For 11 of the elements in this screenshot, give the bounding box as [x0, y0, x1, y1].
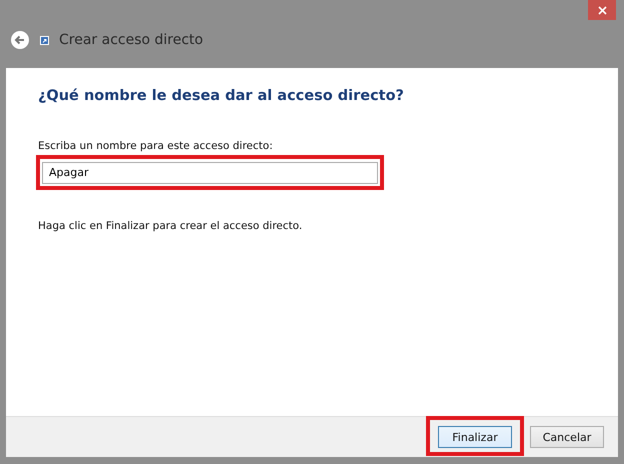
close-button[interactable] — [588, 0, 616, 20]
instruction-text: Haga clic en Finalizar para crear el acceso directo. — [38, 220, 304, 232]
name-field[interactable]: Apagar — [42, 162, 378, 184]
page-heading: ¿Qué nombre le desea dar al acceso directo? — [38, 88, 405, 104]
field-label: Escriba un nombre para este acceso directo: — [38, 140, 274, 152]
dialog-button[interactable]: Finalizar — [438, 426, 512, 448]
dialog-button[interactable]: Cancelar — [530, 426, 604, 448]
back-button[interactable] — [10, 30, 30, 50]
close-icon — [598, 6, 606, 14]
window-title: Crear acceso directo — [59, 32, 204, 48]
shortcut-icon — [40, 36, 49, 44]
